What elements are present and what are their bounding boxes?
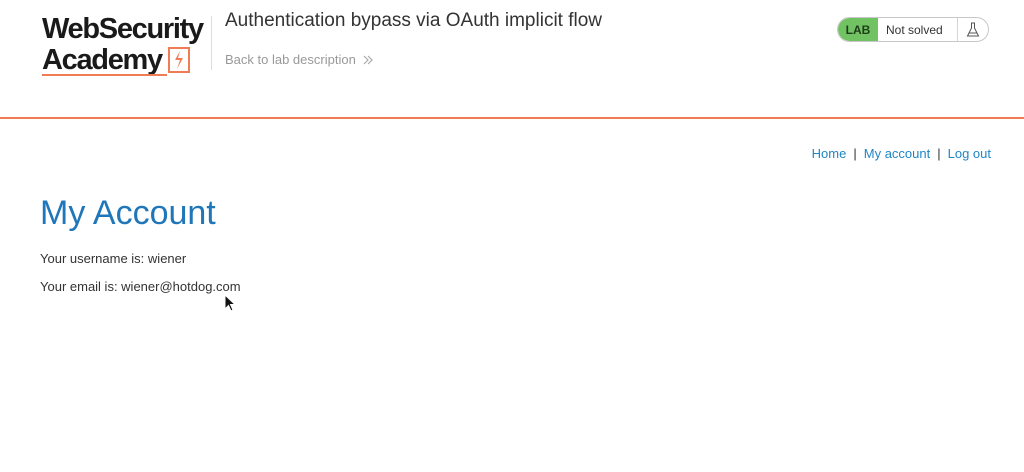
back-to-lab-description-label: Back to lab description [225, 52, 356, 67]
lab-header: WebSecurity Academy Authentication bypas… [0, 0, 1024, 119]
lab-status-widget: LAB Not solved [837, 17, 989, 42]
username-line: Your username is: wiener [40, 251, 186, 266]
nav-my-account-link[interactable]: My account [864, 146, 930, 161]
nav-logout-link[interactable]: Log out [948, 146, 991, 161]
mouse-pointer-icon [224, 294, 236, 312]
nav-separator: | [853, 146, 857, 161]
top-navigation: Home | My account | Log out [812, 146, 991, 161]
logo-text-line2: Academy [42, 44, 163, 76]
username-value: wiener [147, 251, 187, 266]
lightning-bolt-icon [168, 47, 190, 73]
nav-separator: | [937, 146, 941, 161]
username-label: Your username is: [40, 251, 148, 266]
email-label: Your email is: [40, 279, 122, 294]
lab-title: Authentication bypass via OAuth implicit… [225, 10, 603, 31]
email-line: Your email is: wiener@hotdog.com [40, 279, 241, 294]
lab-flask-button[interactable] [957, 18, 988, 41]
web-security-academy-logo[interactable]: WebSecurity Academy [40, 13, 210, 77]
lab-solved-status: Not solved [886, 22, 943, 37]
logo-text-line1: WebSecurity [42, 13, 204, 45]
double-chevron-right-icon [363, 55, 373, 64]
logo-underline [42, 74, 167, 76]
lab-badge: LAB [838, 18, 878, 41]
flask-icon [966, 22, 980, 36]
email-value: wiener@hotdog.com [121, 279, 241, 294]
back-to-lab-description-link[interactable]: Back to lab description [225, 52, 374, 67]
page-title: My Account [40, 194, 216, 232]
header-divider [211, 16, 212, 70]
nav-home-link[interactable]: Home [812, 146, 847, 161]
